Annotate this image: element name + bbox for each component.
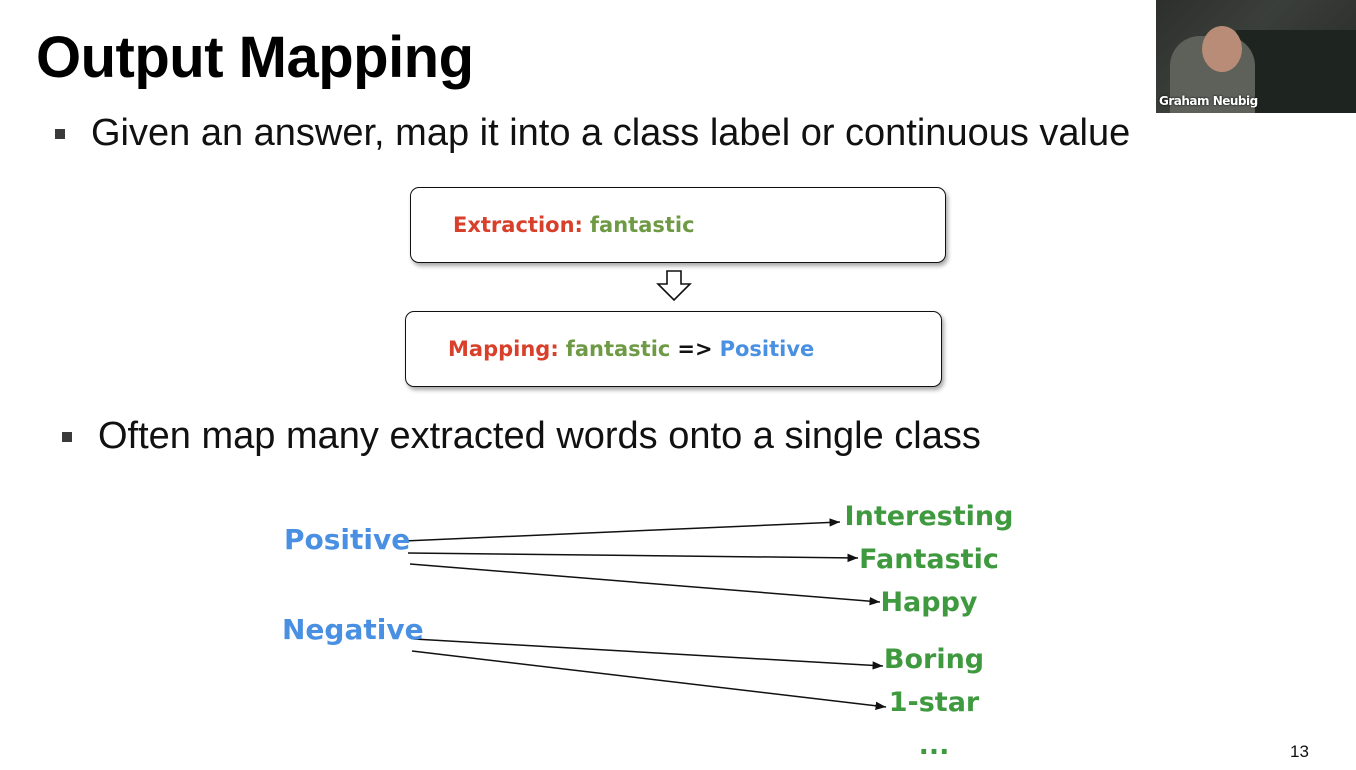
mapping-label: Mapping: (448, 337, 559, 361)
bullet-2: Often map many extracted words onto a si… (62, 415, 981, 458)
video-thumbnail[interactable]: Graham Neubig (1156, 0, 1356, 113)
class-positive: Positive (284, 523, 411, 556)
mapping-arrow: => (677, 337, 713, 361)
extraction-value: fantastic (589, 213, 695, 237)
arrow-positive-fantastic (407, 552, 859, 563)
mapping-box: Mapping: fantastic => Positive (405, 311, 942, 387)
bullet-square-icon (55, 128, 65, 139)
class-negative: Negative (282, 613, 424, 646)
arrow-positive-interesting (403, 518, 841, 542)
bullet-1-text: Given an answer, map it into a class lab… (91, 112, 1131, 154)
page-number: 13 (1290, 742, 1309, 761)
arrow-negative-boring (413, 638, 884, 670)
mapping-source: fantastic (565, 337, 671, 361)
word-interesting: Interesting (844, 501, 1014, 532)
extraction-box: Extraction: fantastic (410, 187, 946, 263)
arrow-positive-happy (409, 563, 881, 606)
speaker-head (1202, 26, 1242, 72)
participant-name: Graham Neubig (1159, 94, 1258, 108)
word-ellipsis: ... (918, 730, 950, 761)
extraction-label: Extraction: (453, 213, 583, 237)
mapping-target: Positive (719, 337, 815, 361)
word-fantastic: Fantastic (859, 544, 999, 575)
word-boring: Boring (883, 644, 985, 675)
arrow-negative-1star (411, 650, 887, 710)
word-1-star: 1-star (888, 687, 980, 718)
bullet-1: Given an answer, map it into a class lab… (55, 112, 1130, 155)
word-happy: Happy (880, 587, 978, 618)
down-arrow-icon (656, 270, 692, 302)
bullet-square-icon (62, 431, 72, 442)
slide-title: Output Mapping (36, 25, 474, 90)
bullet-2-text: Often map many extracted words onto a si… (98, 415, 981, 457)
